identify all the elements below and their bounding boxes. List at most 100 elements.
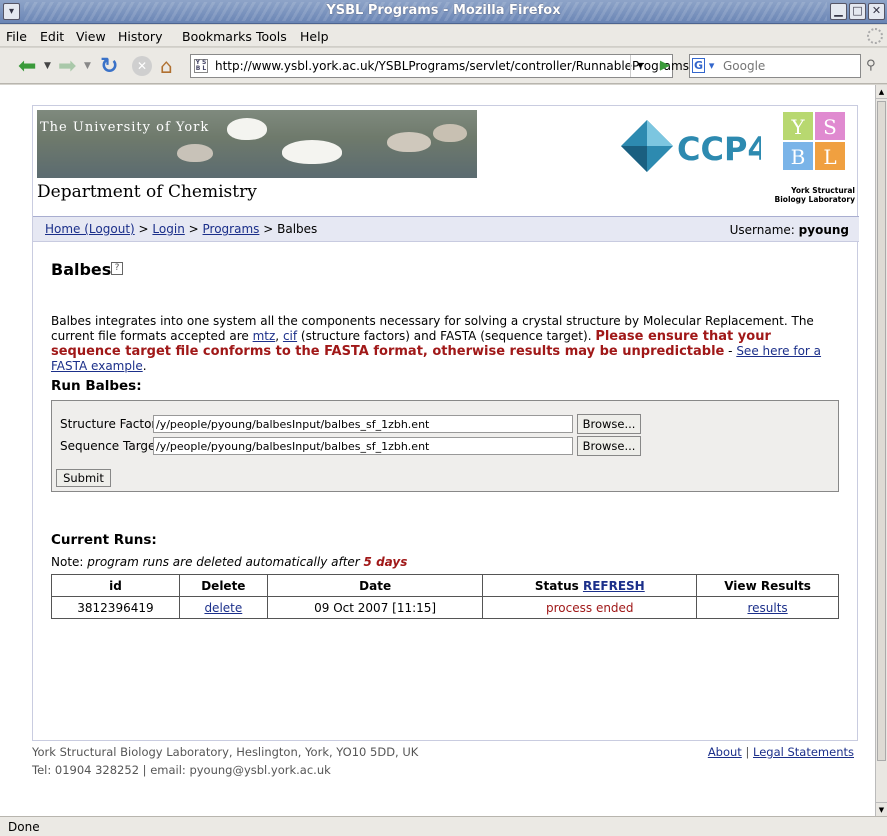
search-magnifier-icon[interactable]: ⚲ (866, 58, 876, 73)
cell-status: process ended (482, 596, 698, 619)
ysbl-caption: York Structural Biology Laboratory (759, 186, 855, 204)
scroll-down-icon[interactable]: ▼ (876, 802, 887, 816)
status-bar: Done (0, 816, 887, 836)
breadcrumb-login-link[interactable]: Login (152, 222, 184, 236)
scroll-up-icon[interactable]: ▲ (876, 85, 887, 99)
footer-links: About | Legal Statements (708, 745, 854, 759)
forward-history-dropdown-icon[interactable]: ▼ (84, 53, 91, 79)
goose-image (227, 118, 267, 140)
runs-section-title: Current Runs: (51, 532, 157, 548)
note-text: program runs are deleted automatically a… (87, 555, 364, 569)
menu-file[interactable]: File (6, 29, 27, 44)
menu-history[interactable]: History (118, 29, 162, 44)
table-header-row: id Delete Date Status REFRESH View Resul… (51, 574, 839, 597)
submit-button[interactable]: Submit (56, 469, 111, 487)
refresh-link[interactable]: REFRESH (583, 579, 645, 593)
page-container: The University of York Department of Che… (32, 105, 859, 741)
breadcrumb-home-link[interactable]: Home (Logout) (45, 222, 135, 236)
about-link[interactable]: About (708, 745, 742, 759)
back-history-dropdown-icon[interactable]: ▼ (44, 53, 51, 79)
window-titlebar[interactable]: ▾ YSBL Programs - Mozilla Firefox ▁ □ ✕ (0, 0, 887, 24)
breadcrumb-current: Balbes (277, 222, 318, 236)
forward-button[interactable]: ➡ (58, 53, 76, 79)
university-banner: The University of York (37, 110, 477, 178)
maximize-icon[interactable]: □ (849, 3, 866, 20)
search-bar[interactable]: G ▾ (689, 54, 861, 78)
reload-button[interactable]: ↻ (100, 53, 118, 79)
url-history-dropdown-icon[interactable]: ▼ (630, 55, 650, 77)
ysbl-letter: S (823, 115, 837, 139)
page-title: Balbes (51, 260, 112, 279)
column-header-results: View Results (696, 574, 839, 597)
ccp4-logo: CCP4 (621, 120, 761, 172)
breadcrumb: Home (Logout) > Login > Programs > Balbe… (45, 222, 317, 236)
stop-button[interactable]: ✕ (132, 56, 152, 76)
username-value: pyoung (798, 223, 849, 237)
column-header-date: Date (266, 574, 484, 597)
back-button[interactable]: ⬅ (18, 53, 36, 79)
results-link[interactable]: results (747, 601, 787, 615)
department-name: Department of Chemistry (37, 182, 257, 202)
sequence-browse-button[interactable]: Browse... (577, 436, 641, 456)
throbber-icon (867, 28, 883, 44)
cell-delete: delete (178, 596, 268, 619)
home-button[interactable]: ⌂ (160, 53, 173, 79)
legal-statements-link[interactable]: Legal Statements (753, 745, 854, 759)
cif-link[interactable]: cif (283, 329, 297, 343)
search-engine-selector[interactable]: G ▾ (692, 58, 720, 74)
run-form: Structure Factors: Browse... Sequence Ta… (51, 400, 839, 492)
goose-image (177, 144, 213, 162)
mtz-link[interactable]: mtz (253, 329, 276, 343)
breadcrumb-bar: Home (Logout) > Login > Programs > Balbe… (33, 216, 859, 242)
runs-table: id Delete Date Status REFRESH View Resul… (51, 574, 839, 619)
program-description: Balbes integrates into one system all th… (51, 314, 841, 374)
structure-browse-button[interactable]: Browse... (577, 414, 641, 434)
description-text: - (724, 344, 737, 358)
runs-note: Note: program runs are deleted automatic… (51, 555, 407, 569)
url-bar[interactable]: Y S B L http://www.ysbl.york.ac.uk/YSBLP… (190, 54, 689, 78)
breadcrumb-separator: > (138, 222, 149, 236)
page-viewport: The University of York Department of Che… (0, 85, 875, 816)
footer-address: York Structural Biology Laboratory, Hesl… (32, 745, 419, 759)
search-input[interactable] (723, 57, 853, 75)
vertical-scrollbar[interactable]: ▲ ▼ (875, 85, 887, 816)
sequence-target-label: Sequence Target: (60, 439, 165, 453)
cell-results: results (696, 596, 839, 619)
status-text: Done (8, 820, 40, 834)
date-header-label: Date (359, 578, 392, 593)
description-text: , (275, 329, 283, 343)
minimize-icon[interactable]: ▁ (830, 3, 847, 20)
column-header-delete: Delete (178, 574, 268, 597)
note-days: 5 days (363, 555, 408, 569)
scrollbar-thumb[interactable] (877, 101, 886, 761)
description-text: (structure factors) and FASTA (sequence … (297, 329, 596, 343)
menu-bookmarks[interactable]: Bookmarks (182, 29, 252, 44)
menu-tools[interactable]: Tools (256, 29, 287, 44)
run-section-title: Run Balbes: (51, 378, 142, 394)
cell-run-id: 3812396419 (51, 596, 180, 619)
close-icon[interactable]: ✕ (868, 3, 885, 20)
navigation-toolbar: ⬅ ▼ ➡ ▼ ↻ ✕ ⌂ Y S B L http://www.ysbl.yo… (0, 48, 887, 84)
goose-image (282, 140, 342, 164)
structure-factors-label: Structure Factors: (60, 417, 167, 431)
sequence-target-input[interactable] (153, 437, 573, 455)
breadcrumb-programs-link[interactable]: Programs (203, 222, 260, 236)
window-title: YSBL Programs - Mozilla Firefox (326, 3, 561, 18)
ccp4-text: CCP4 (677, 130, 761, 168)
structure-factors-input[interactable] (153, 415, 573, 433)
ysbl-letter: L (823, 145, 836, 169)
menu-help[interactable]: Help (300, 29, 329, 44)
university-name: The University of York (40, 120, 210, 135)
footer-separator: | (741, 745, 754, 759)
site-favicon-icon: Y S B L (194, 59, 208, 73)
google-icon: G (692, 58, 705, 73)
menu-edit[interactable]: Edit (40, 29, 64, 44)
ysbl-letter: B (791, 145, 806, 169)
help-icon[interactable]: ? (111, 262, 123, 275)
menubar: File Edit View History Bookmarks Tools H… (0, 25, 887, 47)
breadcrumb-separator: > (188, 222, 199, 236)
delete-link[interactable]: delete (204, 601, 242, 615)
menu-view[interactable]: View (76, 29, 106, 44)
go-button[interactable]: ▶ (660, 58, 670, 73)
url-text[interactable]: http://www.ysbl.york.ac.uk/YSBLPrograms/… (215, 59, 689, 73)
